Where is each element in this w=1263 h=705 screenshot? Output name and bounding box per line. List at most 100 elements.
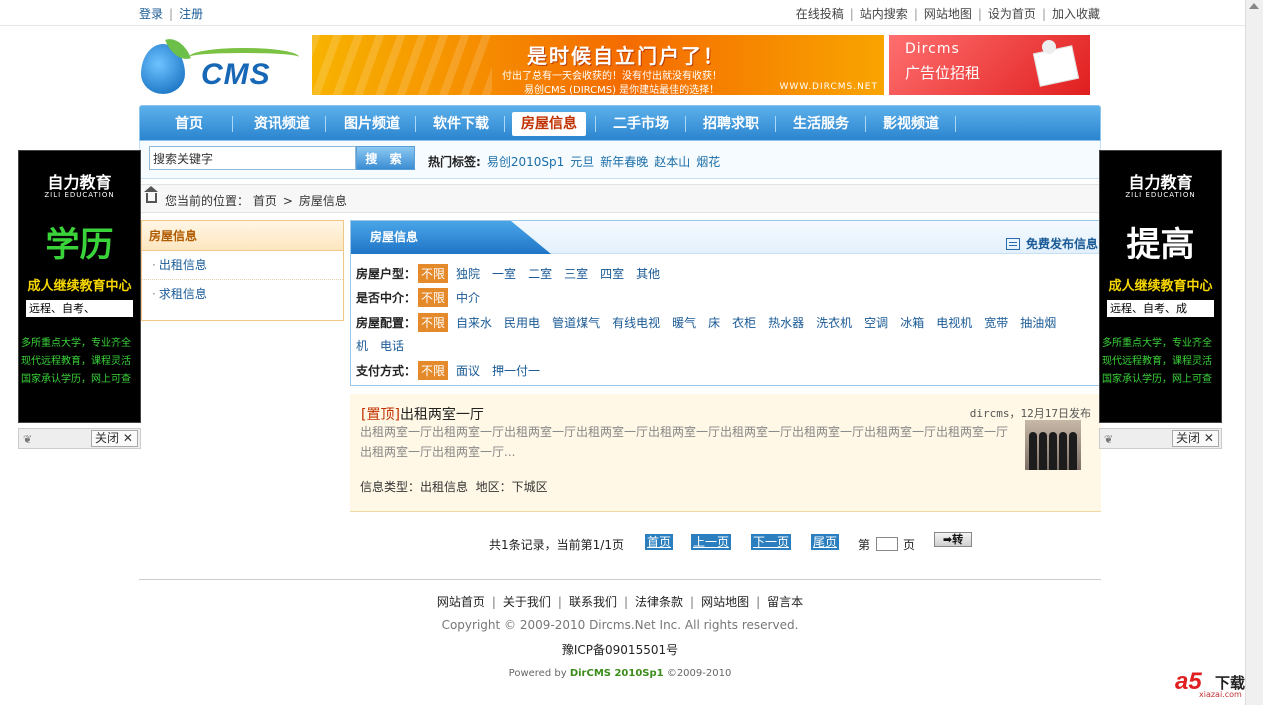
search-input[interactable]: [149, 146, 356, 170]
filter-option[interactable]: 机: [356, 339, 368, 353]
paw-icon: ❦: [1104, 433, 1114, 446]
nav-movies[interactable]: 影视频道: [873, 112, 949, 136]
search-button[interactable]: 搜 索: [356, 146, 415, 170]
breadcrumb: 您当前的位置： 首页 > 房屋信息: [139, 184, 1101, 213]
sidebar-item-seek[interactable]: · 求租信息: [142, 280, 343, 309]
close-icon: ✕: [122, 431, 133, 445]
breadcrumb-current: 房屋信息: [298, 194, 347, 208]
breadcrumb-home[interactable]: 首页: [253, 194, 277, 208]
listing-meta: dircms，12月17日发布: [969, 407, 1091, 420]
first-page-button[interactable]: 首页: [645, 534, 674, 550]
sidebar-item-rent[interactable]: · 出租信息: [142, 251, 343, 280]
filter-any[interactable]: 不限: [418, 288, 449, 307]
ad-text: 广告位招租: [905, 64, 981, 82]
site-logo[interactable]: CMS: [139, 33, 309, 98]
nav-services[interactable]: 生活服务: [783, 112, 859, 136]
filter-option[interactable]: 独院: [456, 267, 480, 281]
filter-any[interactable]: 不限: [418, 361, 449, 380]
login-link[interactable]: 登录: [139, 7, 163, 21]
nav-market[interactable]: 二手市场: [603, 112, 679, 136]
filter-option[interactable]: 电话: [380, 339, 404, 353]
nav-housing[interactable]: 房屋信息: [512, 112, 586, 136]
hot-tag[interactable]: 易创2010Sp1: [487, 155, 564, 169]
filter-option[interactable]: 暖气: [672, 316, 696, 330]
filter-option[interactable]: 抽油烟: [1020, 316, 1056, 330]
copyright: Copyright © 2009-2010 Dircms.Net Inc. Al…: [441, 618, 799, 632]
filter-option[interactable]: 电视机: [936, 316, 972, 330]
hot-tag[interactable]: 烟花: [696, 155, 720, 169]
filter-option[interactable]: 押一付一: [492, 364, 540, 378]
footer-link[interactable]: 关于我们: [503, 595, 551, 609]
close-button[interactable]: 关闭 ✕: [1172, 430, 1219, 447]
icp-number[interactable]: 豫ICP备09015501号: [0, 641, 1240, 658]
filter-option[interactable]: 有线电视: [612, 316, 660, 330]
powered-by: Powered by DirCMS 2010Sp1 ©2009-2010: [508, 668, 732, 679]
filter-option[interactable]: 面议: [456, 364, 480, 378]
sidebar-title: 房屋信息: [142, 221, 343, 251]
submit-link[interactable]: 在线投稿: [796, 7, 844, 21]
left-ad-close-bar: ❦ 关闭 ✕: [18, 428, 141, 449]
filter-option[interactable]: 冰箱: [900, 316, 924, 330]
ad-banner[interactable]: Dircms 广告位招租: [889, 35, 1090, 95]
close-button[interactable]: 关闭 ✕: [91, 430, 138, 447]
filter-option[interactable]: 其他: [636, 267, 660, 281]
filter-any[interactable]: 不限: [418, 264, 449, 283]
filter-option[interactable]: 空调: [864, 316, 888, 330]
sitemap-link[interactable]: 网站地图: [924, 7, 972, 21]
page-number-input[interactable]: [876, 537, 898, 551]
nav-software[interactable]: 软件下载: [423, 112, 499, 136]
filter-option[interactable]: 洗衣机: [816, 316, 852, 330]
filter-option[interactable]: 民用电: [504, 316, 540, 330]
category-sidebar: 房屋信息 · 出租信息 · 求租信息: [141, 220, 344, 321]
filter-option[interactable]: 二室: [528, 267, 552, 281]
post-info-link[interactable]: 免费发布信息: [1005, 235, 1098, 252]
hot-tag[interactable]: 新年春晚: [600, 155, 648, 169]
left-side-ad[interactable]: 自力教育 ZILI EDUCATION 学历 成人继续教育中心 远程、自考、 多…: [18, 150, 141, 423]
set-homepage-link[interactable]: 设为首页: [988, 7, 1036, 21]
last-page-button[interactable]: 尾页: [811, 534, 840, 550]
nav-home[interactable]: 首页: [161, 112, 217, 136]
filter-any[interactable]: 不限: [418, 313, 449, 332]
go-button[interactable]: ➡转: [934, 532, 972, 547]
right-side-ad[interactable]: 自力教育 ZILI EDUCATION 提高 成人继续教育中心 远程、自考、成 …: [1099, 150, 1222, 423]
footer-link[interactable]: 留言本: [767, 595, 803, 609]
hot-tag[interactable]: 赵本山: [654, 155, 690, 169]
search-bar: 搜 索 热门标签: 易创2010Sp1 元旦新年春晚赵本山烟花: [139, 141, 1101, 179]
scroll-up-icon[interactable]: [1249, 3, 1259, 9]
nav-news[interactable]: 资讯频道: [244, 112, 320, 136]
filter-option[interactable]: 中介: [456, 291, 480, 305]
vertical-scrollbar[interactable]: [1245, 0, 1263, 705]
hot-tag[interactable]: 元旦: [570, 155, 594, 169]
powered-brand[interactable]: DirCMS 2010Sp1: [570, 668, 664, 679]
add-favorite-link[interactable]: 加入收藏: [1052, 7, 1100, 21]
hot-tags-label: 热门标签:: [428, 155, 481, 169]
listing-title[interactable]: [置顶]出租两室一厅: [361, 404, 484, 424]
nav-pictures[interactable]: 图片频道: [334, 112, 410, 136]
next-page-button[interactable]: 下一页: [751, 534, 792, 550]
filter-option[interactable]: 床: [708, 316, 720, 330]
home-icon: [144, 186, 158, 203]
filter-option[interactable]: 四室: [600, 267, 624, 281]
listing-type: 信息类型：出租信息 地区：下城区: [360, 480, 548, 494]
site-search-link[interactable]: 站内搜索: [860, 7, 908, 21]
filter-option[interactable]: 管道煤气: [552, 316, 600, 330]
listing-thumbnail[interactable]: [1025, 420, 1081, 470]
filter-option[interactable]: 三室: [564, 267, 588, 281]
prev-page-button[interactable]: 上一页: [691, 534, 732, 550]
footer-link[interactable]: 法律条款: [635, 595, 683, 609]
filter-option[interactable]: 一室: [492, 267, 516, 281]
footer-link[interactable]: 网站地图: [701, 595, 749, 609]
filter-option[interactable]: 宽带: [984, 316, 1008, 330]
main-banner[interactable]: 是时候自立门户了！ 付出了总有一天会收获的！没有付出就没有收获！ 易创CMS (…: [312, 35, 884, 95]
listing-item: [置顶]出租两室一厅 dircms，12月17日发布 出租两室一厅出租两室一厅出…: [350, 394, 1101, 512]
nav-jobs[interactable]: 招聘求职: [693, 112, 769, 136]
filter-row-agency: 是否中介： 不限 中介: [356, 288, 492, 307]
filter-option[interactable]: 衣柜: [732, 316, 756, 330]
filter-option[interactable]: 热水器: [768, 316, 804, 330]
footer-link[interactable]: 网站首页: [437, 595, 485, 609]
filter-option[interactable]: 自来水: [456, 316, 492, 330]
register-link[interactable]: 注册: [179, 7, 203, 21]
footer-link[interactable]: 联系我们: [569, 595, 617, 609]
breadcrumb-prefix: 您当前的位置：: [165, 194, 250, 208]
banner-url: WWW.DIRCMS.NET: [779, 82, 878, 92]
